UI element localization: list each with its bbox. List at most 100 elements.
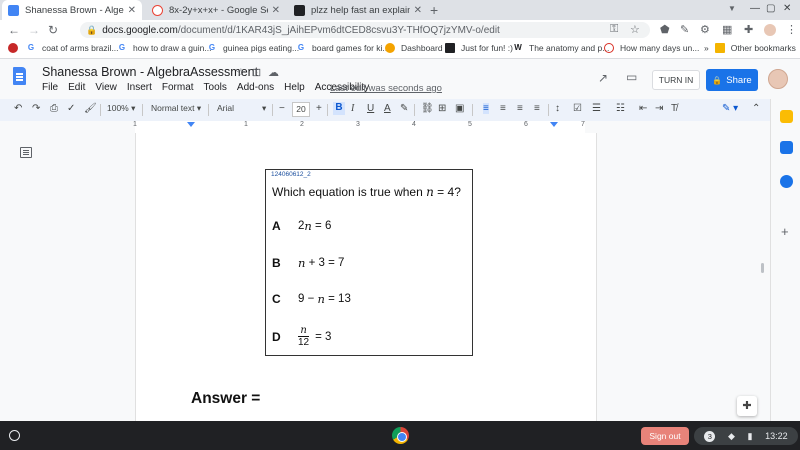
menu-add-ons[interactable]: Add-ons [237, 82, 274, 93]
menu-format[interactable]: Format [162, 82, 194, 93]
key-icon[interactable]: ⚿ [610, 23, 618, 36]
close-icon[interactable]: ✕ [272, 5, 280, 16]
last-edit-link[interactable]: Last edit was seconds ago [330, 83, 442, 94]
status-tray[interactable]: 3 ◆ ▮ 13:22 [694, 427, 798, 445]
menu-tools[interactable]: Tools [204, 82, 227, 93]
highlight-icon[interactable]: ✎ [400, 103, 408, 114]
add-comment-icon[interactable]: ⊞ [438, 103, 446, 114]
menu-help[interactable]: Help [284, 82, 305, 93]
bulleted-list-icon[interactable]: ☰ [592, 103, 601, 114]
launcher-icon[interactable] [9, 430, 20, 441]
tasks-icon[interactable] [780, 175, 793, 188]
style-select[interactable]: Normal text ▾ [151, 103, 201, 114]
bookmark-item[interactable]: How many days un... [604, 43, 699, 53]
text-color-button[interactable]: A [384, 103, 391, 114]
menu-view[interactable]: View [95, 82, 117, 93]
bookmark-item[interactable]: Just for fun! :) [445, 43, 513, 53]
menu-edit[interactable]: Edit [68, 82, 85, 93]
star-icon[interactable]: ☆ [236, 66, 246, 79]
tab-docs[interactable]: Shanessa Brown - AlgebraAssessm ✕ [2, 0, 142, 20]
minimize-icon[interactable]: — [750, 3, 760, 14]
redo-icon[interactable]: ↷ [32, 103, 40, 114]
new-tab-button[interactable]: + [430, 2, 438, 18]
undo-icon[interactable]: ↶ [14, 103, 22, 114]
spellcheck-icon[interactable]: ✓ [67, 103, 75, 114]
bookmark-item[interactable]: Gguinea pigs eating... [207, 43, 299, 53]
bookmark-item[interactable]: Gcoat of arms brazil... [26, 43, 119, 53]
close-icon[interactable]: ✕ [128, 5, 136, 16]
maximize-icon[interactable]: ▢ [766, 3, 775, 14]
numbered-list-icon[interactable]: ☷ [616, 103, 625, 114]
comment-icon[interactable]: ▭ [626, 70, 637, 84]
back-icon[interactable]: ← [8, 23, 20, 37]
grid-extension-icon[interactable]: ▦ [722, 23, 732, 36]
increase-font-size-button[interactable]: + [316, 103, 322, 114]
activity-trend-icon[interactable]: ↗ [598, 71, 608, 85]
underline-button[interactable]: U [367, 103, 374, 114]
decrease-indent-icon[interactable]: ⇤ [639, 103, 647, 114]
menu-insert[interactable]: Insert [127, 82, 152, 93]
editing-mode-icon[interactable]: ✎ ▾ [722, 103, 738, 114]
checklist-icon[interactable]: ☑ [573, 103, 582, 114]
clear-formatting-icon[interactable]: T̸ [671, 103, 677, 114]
document-title[interactable]: Shanessa Brown - AlgebraAssessment [42, 65, 258, 79]
tab-google-search[interactable]: 8x-2y+x+x+ - Google Search ✕ [146, 0, 286, 20]
print-icon[interactable]: ⎙ [50, 103, 58, 114]
font-size-input[interactable]: 20 [292, 102, 310, 117]
bookmark-item[interactable]: Gboard games for ki... [296, 43, 390, 53]
reload-icon[interactable]: ↻ [48, 23, 58, 37]
zoom-select[interactable]: 100% ▾ [107, 103, 135, 114]
puzzle-icon[interactable]: ✚ [744, 23, 753, 36]
insert-image-icon[interactable]: ▣ [455, 103, 464, 114]
keep-icon[interactable] [780, 110, 793, 123]
italic-button[interactable]: I [351, 103, 354, 114]
turn-in-button[interactable]: TURN IN [652, 70, 700, 90]
decrease-font-size-button[interactable]: − [279, 103, 285, 114]
extension-icon[interactable]: ⚙ [700, 23, 710, 36]
bookmark-star-icon[interactable]: ☆ [630, 23, 640, 36]
left-indent-marker[interactable] [187, 122, 195, 127]
cloud-status-icon[interactable]: ☁ [268, 66, 279, 79]
collapse-menus-icon[interactable]: ⌃ [752, 103, 760, 114]
forward-icon[interactable]: → [28, 23, 40, 37]
paint-format-icon[interactable]: 🖌 [84, 103, 97, 114]
increase-indent-icon[interactable]: ⇥ [655, 103, 663, 114]
address-bar[interactable]: 🔒 docs.google.com/document/d/1KAR43jS_jA… [80, 22, 650, 38]
document-page[interactable]: 124060612_2 Which equation is true when … [135, 133, 597, 421]
chrome-icon[interactable] [392, 427, 409, 444]
move-folder-icon[interactable]: ⊡ [252, 66, 261, 79]
sign-out-button[interactable]: Sign out [641, 427, 689, 445]
chevron-down-icon[interactable]: ▾ [262, 103, 266, 114]
align-left-icon[interactable]: ≡ [483, 103, 489, 114]
avatar[interactable] [768, 69, 788, 89]
tab-search-icon[interactable]: ▼ [728, 4, 736, 13]
bookmark-overflow[interactable]: » Other bookmarks [704, 43, 796, 53]
bookmark-item[interactable] [8, 43, 24, 53]
explore-button[interactable]: ✚ [737, 396, 757, 416]
link-icon[interactable]: ⛓ [421, 103, 434, 114]
tab-brainly[interactable]: plzz help fast an explain 15 poin ✕ [288, 0, 428, 20]
bookmark-item[interactable]: Ghow to draw a guin... [117, 43, 212, 53]
bookmark-item[interactable]: Dashboard [385, 43, 443, 53]
right-indent-marker[interactable] [550, 122, 558, 127]
close-window-icon[interactable]: ✕ [783, 3, 791, 14]
share-button[interactable]: 🔒 Share [706, 69, 758, 91]
calendar-icon[interactable] [780, 141, 793, 154]
line-spacing-icon[interactable]: ↕ [555, 103, 560, 114]
more-menu-icon[interactable]: ⋮ [786, 23, 797, 36]
bookmark-item[interactable]: W The anatomy and p... [513, 43, 609, 53]
get-add-ons-icon[interactable]: + [781, 224, 789, 239]
bold-button[interactable]: B [333, 102, 345, 115]
scrollbar[interactable] [761, 263, 764, 273]
menu-file[interactable]: File [42, 82, 58, 93]
align-center-icon[interactable]: ≡ [500, 103, 506, 114]
align-right-icon[interactable]: ≡ [517, 103, 523, 114]
close-icon[interactable]: ✕ [414, 5, 422, 16]
extension-icon[interactable]: ✎ [680, 23, 689, 36]
document-outline-icon[interactable] [20, 147, 32, 158]
extension-icon[interactable]: ⬟ [660, 23, 670, 36]
justify-icon[interactable]: ≡ [534, 103, 540, 114]
docs-logo-icon[interactable] [13, 67, 26, 85]
profile-avatar[interactable] [764, 24, 776, 36]
font-select[interactable]: Arial [217, 103, 234, 113]
